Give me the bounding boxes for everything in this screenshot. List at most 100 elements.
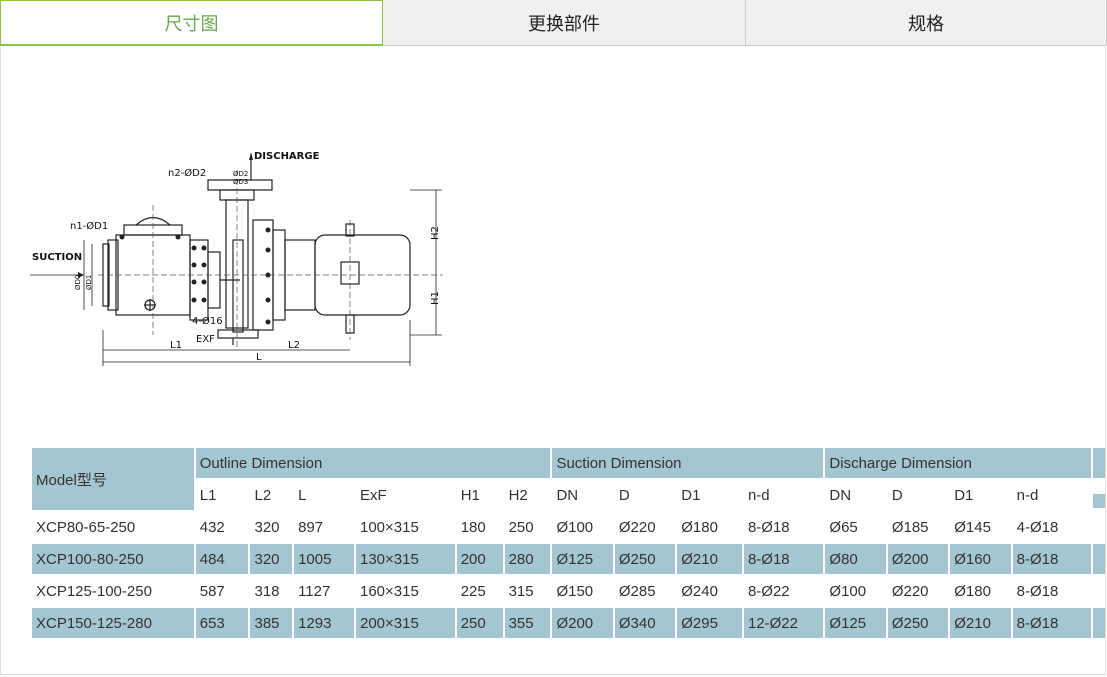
table-cell: 160×315	[355, 576, 455, 606]
table-row: XCP150-125-280 653 385 1293 200×315 250 355 Ø20…	[32, 608, 1105, 638]
tab-dimension-drawing[interactable]: 尺寸图	[0, 0, 383, 46]
scrollbar-strip	[1092, 512, 1105, 542]
tab-specifications[interactable]: 规格	[746, 0, 1107, 46]
table-cell: Ø80	[825, 544, 886, 574]
column-header: L2	[250, 480, 293, 510]
d2-label: ØD2	[233, 170, 248, 178]
table-cell: 587	[195, 576, 249, 606]
model-cell: XCP80-65-250	[32, 512, 194, 542]
table-cell: 385	[250, 608, 293, 638]
column-header: L1	[195, 480, 249, 510]
column-header: D	[614, 480, 676, 510]
column-header: L	[294, 480, 354, 510]
suction-label: SUCTION	[32, 252, 82, 263]
d3-label: ØD3	[233, 178, 248, 186]
table-cell: Ø285	[614, 576, 676, 606]
table-cell: 315	[504, 576, 551, 606]
table-cell: 1005	[294, 544, 354, 574]
tab-replacement-parts[interactable]: 更换部件	[383, 0, 746, 46]
column-header: n-d	[1012, 480, 1091, 510]
table-cell: Ø250	[614, 544, 676, 574]
column-header: H1	[456, 480, 503, 510]
spec-table: Model型号 Outline Dimension Suction Dimens…	[30, 446, 1107, 640]
table-cell: Ø200	[552, 608, 613, 638]
table-cell: 8-Ø18	[1012, 576, 1091, 606]
table-cell: Ø145	[950, 512, 1011, 542]
column-header: DN	[825, 480, 886, 510]
scrollbar-strip	[1092, 480, 1105, 510]
suction-dimension-header: Suction Dimension	[552, 448, 824, 478]
table-cell: Ø150	[552, 576, 613, 606]
scrollbar-strip	[1092, 544, 1105, 574]
n2-label: n2-ØD2	[168, 167, 206, 179]
table-cell: Ø160	[950, 544, 1011, 574]
table-cell: 8-Ø18	[1012, 544, 1091, 574]
table-cell: Ø180	[677, 512, 742, 542]
column-header: DN	[552, 480, 613, 510]
table-cell: 130×315	[355, 544, 455, 574]
column-header: n-d	[743, 480, 824, 510]
discharge-label: DISCHARGE	[254, 151, 320, 162]
model-cell: XCP125-100-250	[32, 576, 194, 606]
column-header: H2	[504, 480, 551, 510]
table-cell: 432	[195, 512, 249, 542]
exf-label: EXF	[196, 334, 215, 345]
table-cell: 8-Ø18	[743, 512, 824, 542]
table-cell: Ø100	[825, 576, 886, 606]
table-cell: Ø210	[677, 544, 742, 574]
model-cell: XCP100-80-250	[32, 544, 194, 574]
tab-bar: 尺寸图 更换部件 规格	[0, 0, 1107, 47]
table-cell: Ø100	[552, 512, 613, 542]
table-cell: Ø210	[950, 608, 1011, 638]
table-cell: Ø340	[614, 608, 676, 638]
table-cell: Ø220	[887, 576, 949, 606]
column-header: ExF	[355, 480, 455, 510]
table-cell: 4-Ø18	[1012, 512, 1091, 542]
table-cell: 318	[250, 576, 293, 606]
table-row: XCP80-65-250 432 320 897 100×315 180 250 Ø100 Ø2…	[32, 512, 1105, 542]
column-header: D1	[950, 480, 1011, 510]
scroll-thumb[interactable]	[1092, 494, 1105, 508]
table-cell: Ø125	[552, 544, 613, 574]
table-cell: 320	[250, 544, 293, 574]
table-cell: 8-Ø18	[743, 544, 824, 574]
table-cell: Ø65	[825, 512, 886, 542]
table-cell: Ø200	[887, 544, 949, 574]
table-cell: Ø240	[677, 576, 742, 606]
table-cell: 355	[504, 608, 551, 638]
table-cell: 250	[456, 608, 503, 638]
table-cell: 8-Ø18	[1012, 608, 1091, 638]
n1-label: n1-ØD1	[70, 220, 108, 232]
l1-label: L1	[170, 340, 182, 351]
model-cell: XCP150-125-280	[32, 608, 194, 638]
column-header: D	[887, 480, 949, 510]
table-cell: Ø295	[677, 608, 742, 638]
table-cell: Ø185	[887, 512, 949, 542]
table-cell: Ø220	[614, 512, 676, 542]
pump-dimension-drawing: DISCHARGE SUCTION n2-ØD2 n1-ØD1 ØD2 ØD3 …	[30, 151, 443, 366]
table-cell: 8-Ø22	[743, 576, 824, 606]
table-cell: 280	[504, 544, 551, 574]
model-header: Model型号	[32, 448, 194, 510]
table-row: XCP125-100-250 587 318 1127 160×315 225 315 Ø15…	[32, 576, 1105, 606]
table-cell: 225	[456, 576, 503, 606]
table-cell: 180	[456, 512, 503, 542]
scrollbar-strip	[1092, 448, 1105, 478]
scrollbar-strip	[1092, 608, 1105, 638]
d0-label: ØD0	[74, 275, 82, 290]
table-cell: 320	[250, 512, 293, 542]
table-cell: 250	[504, 512, 551, 542]
table-cell: Ø250	[887, 608, 949, 638]
h1-label: H1	[430, 291, 441, 305]
table-cell: 1127	[294, 576, 354, 606]
table-cell: 484	[195, 544, 249, 574]
table-row: XCP100-80-250 484 320 1005 130×315 200 280 Ø125…	[32, 544, 1105, 574]
scrollbar-strip	[1092, 576, 1105, 606]
d1-label: ØD1	[85, 275, 93, 290]
discharge-dimension-header: Discharge Dimension	[825, 448, 1091, 478]
table-cell: 653	[195, 608, 249, 638]
l-label: L	[256, 352, 262, 363]
table-cell: Ø180	[950, 576, 1011, 606]
table-cell: 200×315	[355, 608, 455, 638]
table-cell: 897	[294, 512, 354, 542]
